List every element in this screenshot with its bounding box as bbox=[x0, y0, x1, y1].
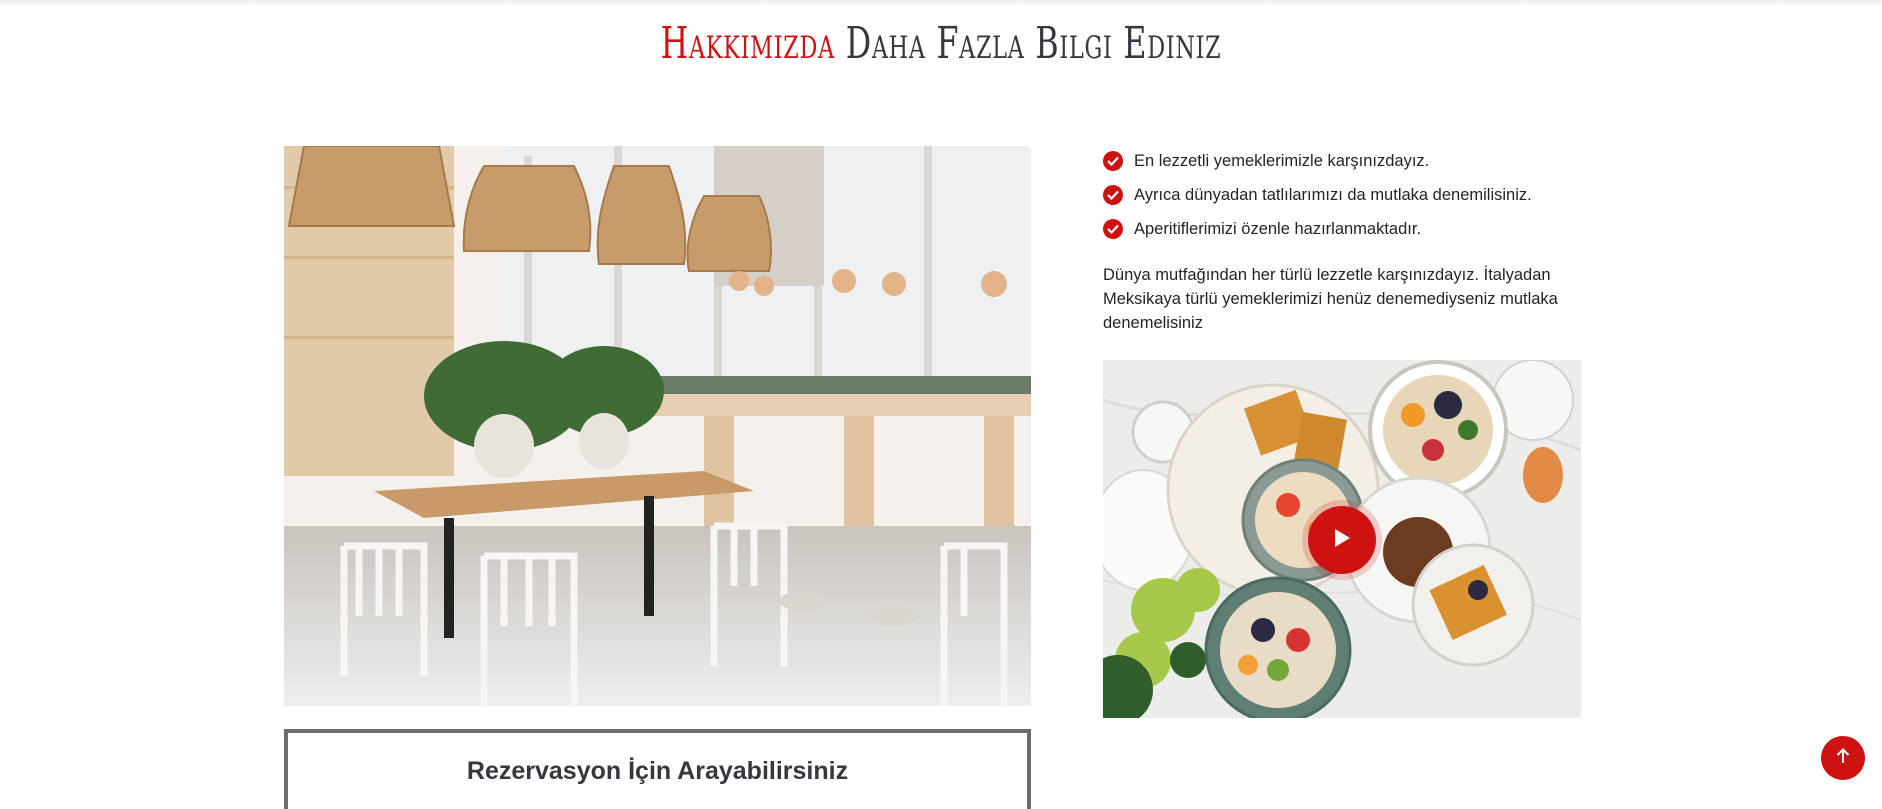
section-title: Hakkımızda Daha Fazla Bilgi Ediniz bbox=[263, 18, 1618, 69]
feature-text: Aperitiflerimizi özenle hazırlanmaktadır… bbox=[1134, 219, 1422, 238]
feature-text: Ayrıca dünyadan tatlılarımızı da mutlaka… bbox=[1134, 185, 1532, 204]
reservation-heading: Rezervasyon İçin Arayabilirsiniz bbox=[466, 757, 849, 785]
check-circle-icon bbox=[1103, 151, 1123, 171]
check-circle-icon bbox=[1103, 219, 1123, 239]
section-title-rest: Daha Fazla Bilgi Ediniz bbox=[834, 18, 1222, 69]
feature-list: En lezzetli yemeklerimizle karşınızdayız… bbox=[1103, 144, 1623, 246]
arrow-up-icon bbox=[1836, 747, 1850, 769]
feature-text: En lezzetli yemeklerimizle karşınızdayız… bbox=[1134, 151, 1430, 170]
play-video-button[interactable] bbox=[1308, 506, 1376, 574]
play-icon bbox=[1333, 528, 1351, 553]
header-shadow bbox=[0, 0, 1882, 6]
restaurant-interior-image bbox=[284, 146, 1031, 706]
about-description: Dünya mutfağından her türlü lezzetle kar… bbox=[1103, 266, 1558, 332]
feature-item: Ayrıca dünyadan tatlılarımızı da mutlaka… bbox=[1103, 178, 1623, 212]
feature-item: Aperitiflerimizi özenle hazırlanmaktadır… bbox=[1103, 212, 1623, 246]
scroll-top-button[interactable] bbox=[1821, 736, 1865, 780]
section-title-accent: Hakkımızda bbox=[660, 18, 835, 69]
feature-item: En lezzetli yemeklerimizle karşınızdayız… bbox=[1103, 144, 1623, 178]
reservation-call-box: Rezervasyon İçin Arayabilirsiniz bbox=[284, 729, 1031, 809]
check-circle-icon bbox=[1103, 185, 1123, 205]
